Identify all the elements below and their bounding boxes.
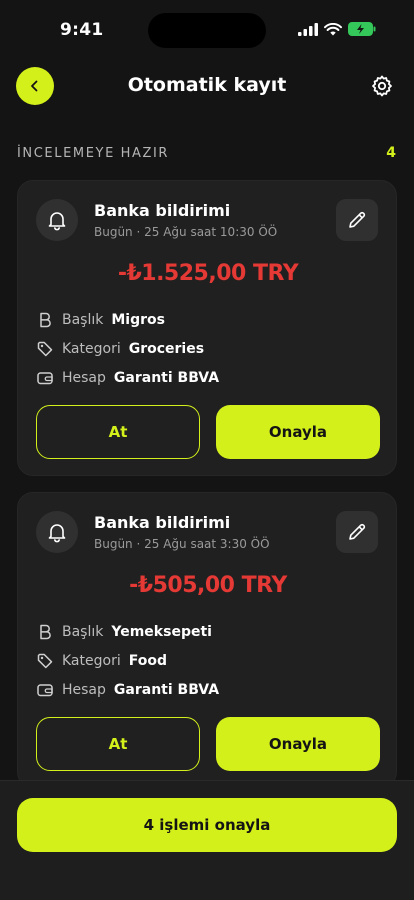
wallet-icon: [37, 684, 53, 697]
pencil-icon: [349, 523, 366, 540]
bell-icon: [48, 524, 66, 543]
detail-label: Hesap: [62, 682, 106, 698]
amount: -₺505,00 TRY: [129, 573, 287, 598]
detail-label: Hesap: [62, 370, 106, 386]
dynamic-island: [148, 13, 266, 48]
dismiss-button[interactable]: At: [36, 717, 200, 771]
detail-value: Migros: [111, 312, 165, 328]
tag-icon: [37, 653, 53, 669]
detail-account-row: Hesap Garanti BBVA: [36, 681, 219, 699]
bell-icon: [48, 212, 66, 231]
section-label: İNCELEMEYE HAZIR: [17, 146, 170, 161]
settings-button[interactable]: [370, 74, 394, 98]
letter-b-icon: [40, 624, 51, 640]
detail-value: Food: [128, 653, 167, 669]
status-time: 9:41: [60, 20, 104, 40]
detail-value: Yemeksepeti: [111, 624, 212, 640]
detail-title-row: Başlık Yemeksepeti: [36, 623, 212, 641]
detail-category-row: Kategori Groceries: [36, 340, 204, 358]
detail-label: Başlık: [62, 312, 104, 328]
transaction-card: Banka bildirimi Bugün · 25 Ağu saat 3:30…: [17, 492, 397, 788]
dismiss-button[interactable]: At: [36, 405, 200, 459]
letter-b-icon: [40, 312, 51, 328]
detail-value: Garanti BBVA: [113, 682, 220, 698]
amount: -₺1.525,00 TRY: [117, 261, 299, 286]
transaction-card: Banka bildirimi Bugün · 25 Ağu saat 10:3…: [17, 180, 397, 476]
status-bar: 9:41: [0, 0, 414, 60]
approve-button[interactable]: Onayla: [216, 405, 380, 459]
card-title: Banka bildirimi: [94, 201, 231, 220]
gear-icon: [372, 75, 392, 97]
detail-label: Kategori: [62, 341, 121, 357]
detail-label: Başlık: [62, 624, 104, 640]
pencil-icon: [349, 211, 366, 228]
detail-label: Kategori: [62, 653, 121, 669]
card-title: Banka bildirimi: [94, 513, 231, 532]
tag-icon: [37, 341, 53, 357]
edit-button[interactable]: [336, 511, 378, 553]
bottom-action-bar: 4 işlemi onayla: [0, 780, 414, 900]
section-count: 4: [386, 145, 396, 161]
notification-icon-wrap: [36, 511, 78, 553]
detail-category-row: Kategori Food: [36, 652, 167, 670]
page-title: Otomatik kayıt: [127, 74, 287, 96]
detail-value: Groceries: [128, 341, 205, 357]
approve-all-button[interactable]: 4 işlemi onayla: [17, 798, 397, 852]
detail-value: Garanti BBVA: [113, 370, 220, 386]
wifi-icon: [324, 22, 342, 35]
notification-icon-wrap: [36, 199, 78, 241]
card-subtitle: Bugün · 25 Ağu saat 10:30 ÖÖ: [94, 225, 278, 239]
status-icons: [298, 22, 376, 36]
wallet-icon: [37, 372, 53, 385]
card-subtitle: Bugün · 25 Ağu saat 3:30 ÖÖ: [94, 537, 270, 551]
edit-button[interactable]: [336, 199, 378, 241]
detail-account-row: Hesap Garanti BBVA: [36, 369, 219, 387]
cellular-signal-icon: [298, 22, 318, 36]
detail-title-row: Başlık Migros: [36, 311, 165, 329]
battery-charging-icon: [348, 22, 376, 36]
approve-button[interactable]: Onayla: [216, 717, 380, 771]
